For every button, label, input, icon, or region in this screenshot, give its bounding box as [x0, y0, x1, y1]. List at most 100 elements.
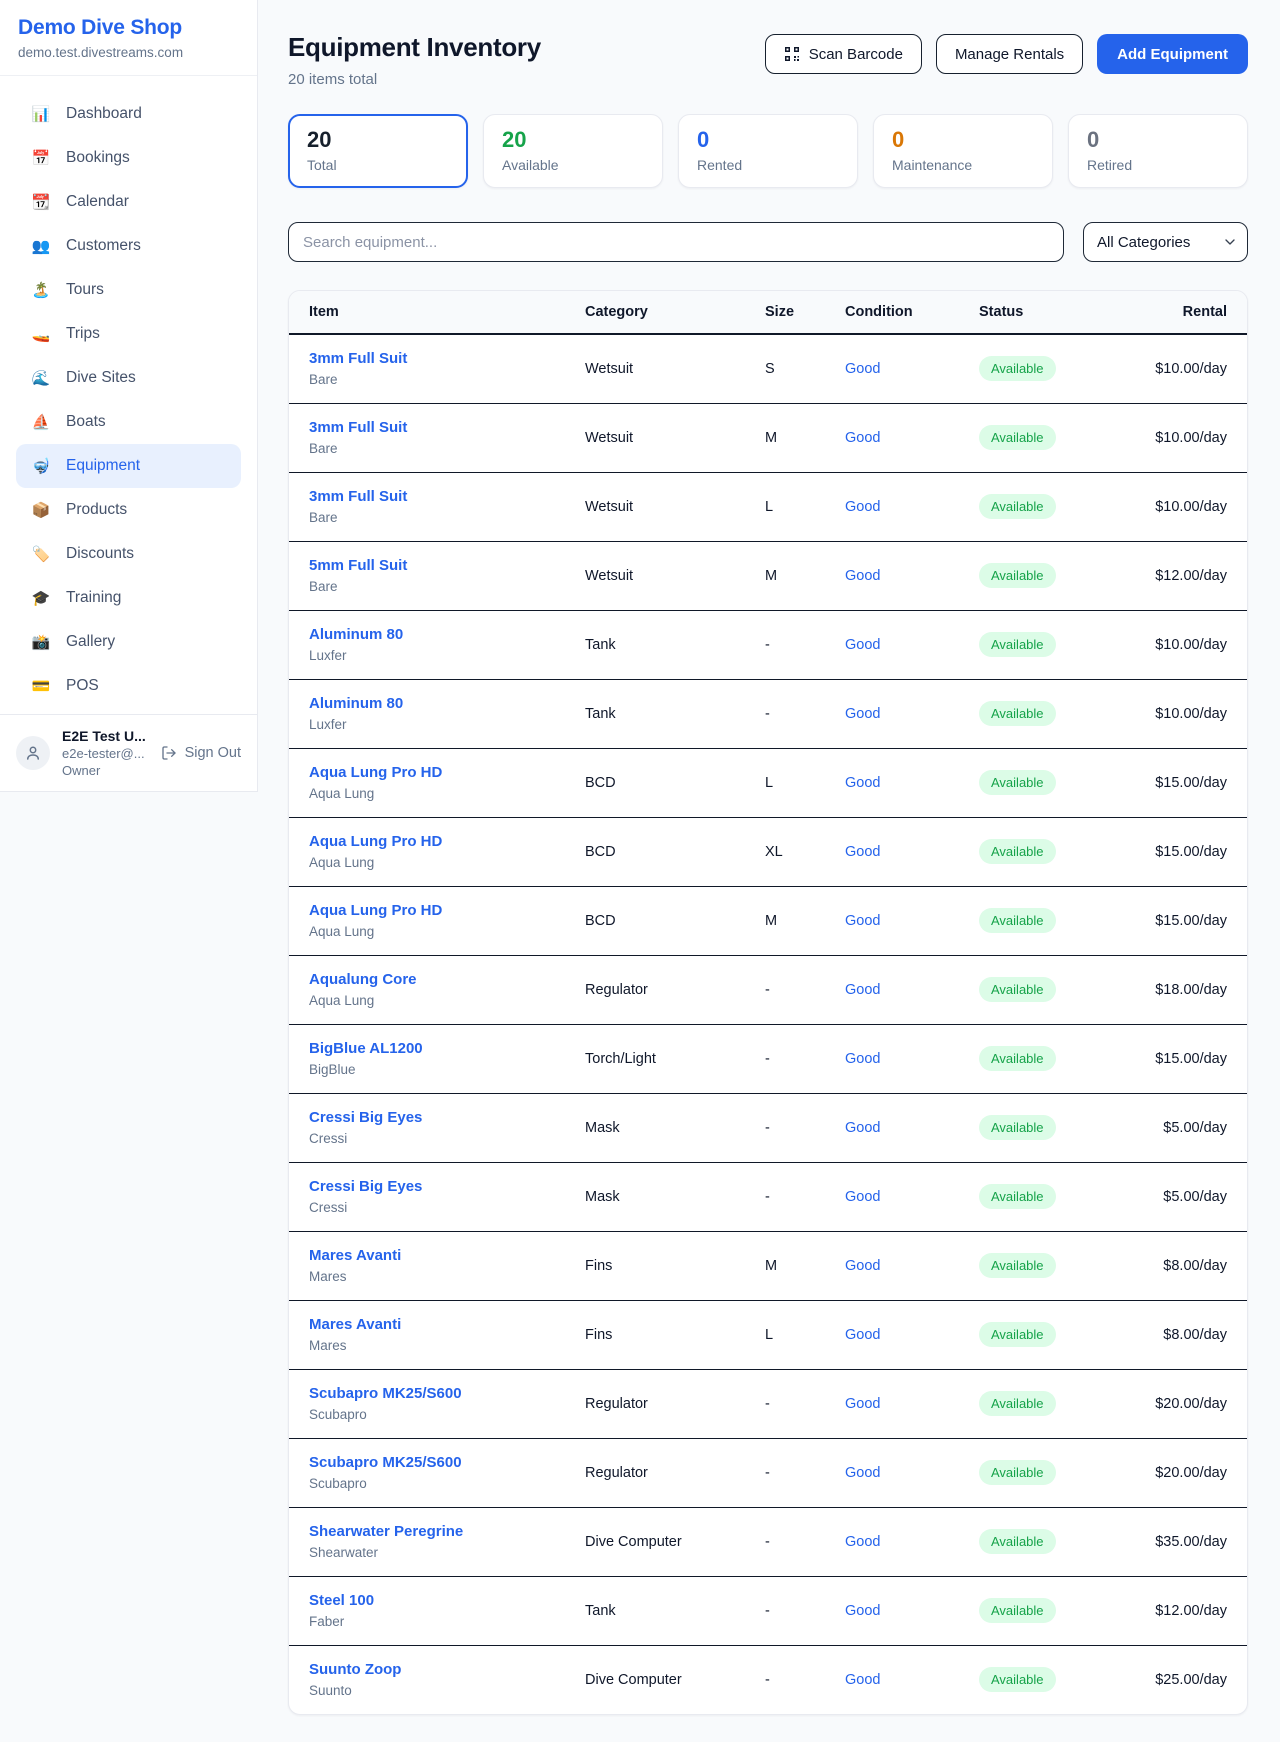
item-condition-link[interactable]: Good: [845, 1603, 880, 1619]
sidebar-item-gallery[interactable]: 📸 Gallery: [16, 620, 241, 664]
table-row[interactable]: 3mm Full Suit Bare Wetsuit S Good Availa…: [289, 334, 1247, 403]
table-row[interactable]: Mares Avanti Mares Fins M Good Available…: [289, 1231, 1247, 1300]
search-input[interactable]: [288, 222, 1064, 262]
item-name-link[interactable]: Cressi Big Eyes: [309, 1178, 585, 1195]
item-size: M: [765, 403, 845, 472]
item-name-link[interactable]: 5mm Full Suit: [309, 557, 585, 574]
item-condition-link[interactable]: Good: [845, 844, 880, 860]
item-name-link[interactable]: Suunto Zoop: [309, 1661, 585, 1678]
person-icon: [24, 744, 42, 762]
status-badge: Available: [979, 1598, 1056, 1623]
sidebar-item-discounts[interactable]: 🏷️ Discounts: [16, 532, 241, 576]
table-row[interactable]: BigBlue AL1200 BigBlue Torch/Light - Goo…: [289, 1024, 1247, 1093]
table-row[interactable]: Scubapro MK25/S600 Scubapro Regulator - …: [289, 1438, 1247, 1507]
manage-rentals-button[interactable]: Manage Rentals: [936, 34, 1083, 74]
item-name-link[interactable]: BigBlue AL1200: [309, 1040, 585, 1057]
item-condition-link[interactable]: Good: [845, 430, 880, 446]
item-condition-link[interactable]: Good: [845, 1120, 880, 1136]
sidebar-item-products[interactable]: 📦 Products: [16, 488, 241, 532]
stat-card-available[interactable]: 20 Available: [483, 114, 663, 188]
table-row[interactable]: Scubapro MK25/S600 Scubapro Regulator - …: [289, 1369, 1247, 1438]
item-name-link[interactable]: Steel 100: [309, 1592, 585, 1609]
status-badge: Available: [979, 1322, 1056, 1347]
item-name-link[interactable]: 3mm Full Suit: [309, 488, 585, 505]
item-category: Wetsuit: [585, 472, 765, 541]
stat-card-total[interactable]: 20 Total: [288, 114, 468, 188]
category-select[interactable]: All Categories: [1083, 222, 1248, 262]
status-badge: Available: [979, 839, 1056, 864]
item-condition-link[interactable]: Good: [845, 1258, 880, 1274]
stat-card-retired[interactable]: 0 Retired: [1068, 114, 1248, 188]
sidebar-item-pos[interactable]: 💳 POS: [16, 664, 241, 708]
item-condition-link[interactable]: Good: [845, 499, 880, 515]
item-condition-link[interactable]: Good: [845, 913, 880, 929]
user-role: Owner: [62, 763, 146, 778]
table-row[interactable]: Aqua Lung Pro HD Aqua Lung BCD M Good Av…: [289, 886, 1247, 955]
table-row[interactable]: Aqua Lung Pro HD Aqua Lung BCD XL Good A…: [289, 817, 1247, 886]
item-condition-link[interactable]: Good: [845, 982, 880, 998]
table-row[interactable]: Aqua Lung Pro HD Aqua Lung BCD L Good Av…: [289, 748, 1247, 817]
table-row[interactable]: Shearwater Peregrine Shearwater Dive Com…: [289, 1507, 1247, 1576]
sidebar-item-tours[interactable]: 🏝️ Tours: [16, 268, 241, 312]
item-condition-link[interactable]: Good: [845, 1534, 880, 1550]
item-name-link[interactable]: Aqua Lung Pro HD: [309, 764, 585, 781]
item-name-link[interactable]: Aqua Lung Pro HD: [309, 902, 585, 919]
item-condition-link[interactable]: Good: [845, 706, 880, 722]
item-name-link[interactable]: Aqualung Core: [309, 971, 585, 988]
item-rental: $10.00/day: [1149, 403, 1247, 472]
island-icon: 🏝️: [30, 283, 52, 298]
item-condition-link[interactable]: Good: [845, 1465, 880, 1481]
item-condition-link[interactable]: Good: [845, 637, 880, 653]
sidebar-item-training[interactable]: 🎓 Training: [16, 576, 241, 620]
item-name-link[interactable]: Shearwater Peregrine: [309, 1523, 585, 1540]
item-condition-link[interactable]: Good: [845, 1051, 880, 1067]
sidebar-item-boats[interactable]: ⛵ Boats: [16, 400, 241, 444]
item-name-link[interactable]: Scubapro MK25/S600: [309, 1454, 585, 1471]
table-row[interactable]: 3mm Full Suit Bare Wetsuit M Good Availa…: [289, 403, 1247, 472]
item-name-link[interactable]: Aqua Lung Pro HD: [309, 833, 585, 850]
item-name-link[interactable]: 3mm Full Suit: [309, 419, 585, 436]
table-row[interactable]: Mares Avanti Mares Fins L Good Available…: [289, 1300, 1247, 1369]
graduation-cap-icon: 🎓: [30, 591, 52, 606]
stat-card-maintenance[interactable]: 0 Maintenance: [873, 114, 1053, 188]
table-row[interactable]: Aqualung Core Aqua Lung Regulator - Good…: [289, 955, 1247, 1024]
table-row[interactable]: 5mm Full Suit Bare Wetsuit M Good Availa…: [289, 541, 1247, 610]
item-name-link[interactable]: 3mm Full Suit: [309, 350, 585, 367]
item-condition-link[interactable]: Good: [845, 361, 880, 377]
item-condition-link[interactable]: Good: [845, 568, 880, 584]
item-name-link[interactable]: Aluminum 80: [309, 695, 585, 712]
table-row[interactable]: Steel 100 Faber Tank - Good Available $1…: [289, 1576, 1247, 1645]
sidebar-item-equipment[interactable]: 🤿 Equipment: [16, 444, 241, 488]
sidebar-item-dive-sites[interactable]: 🌊 Dive Sites: [16, 356, 241, 400]
table-row[interactable]: Aluminum 80 Luxfer Tank - Good Available…: [289, 679, 1247, 748]
item-condition-link[interactable]: Good: [845, 1327, 880, 1343]
sidebar-item-label: Dashboard: [66, 105, 142, 123]
item-category: Fins: [585, 1231, 765, 1300]
item-name-link[interactable]: Aluminum 80: [309, 626, 585, 643]
sign-out-button[interactable]: Sign Out: [161, 745, 241, 761]
sidebar-item-dashboard[interactable]: 📊 Dashboard: [16, 92, 241, 136]
item-condition-link[interactable]: Good: [845, 1396, 880, 1412]
item-condition-link[interactable]: Good: [845, 1189, 880, 1205]
sidebar-item-trips[interactable]: 🚤 Trips: [16, 312, 241, 356]
sidebar-item-calendar[interactable]: 📆 Calendar: [16, 180, 241, 224]
item-name-link[interactable]: Mares Avanti: [309, 1247, 585, 1264]
scan-barcode-button[interactable]: Scan Barcode: [765, 34, 922, 74]
user-footer: E2E Test U... e2e-tester@... Owner Sign …: [0, 714, 257, 791]
table-row[interactable]: Cressi Big Eyes Cressi Mask - Good Avail…: [289, 1162, 1247, 1231]
stat-card-rented[interactable]: 0 Rented: [678, 114, 858, 188]
item-name-link[interactable]: Scubapro MK25/S600: [309, 1385, 585, 1402]
sidebar-item-bookings[interactable]: 📅 Bookings: [16, 136, 241, 180]
item-name-link[interactable]: Cressi Big Eyes: [309, 1109, 585, 1126]
table-row[interactable]: Cressi Big Eyes Cressi Mask - Good Avail…: [289, 1093, 1247, 1162]
sidebar-item-customers[interactable]: 👥 Customers: [16, 224, 241, 268]
table-row[interactable]: 3mm Full Suit Bare Wetsuit L Good Availa…: [289, 472, 1247, 541]
add-equipment-button[interactable]: Add Equipment: [1097, 34, 1248, 74]
item-name-link[interactable]: Mares Avanti: [309, 1316, 585, 1333]
page-title-block: Equipment Inventory 20 items total: [288, 32, 541, 88]
item-condition-link[interactable]: Good: [845, 1672, 880, 1688]
table-row[interactable]: Aluminum 80 Luxfer Tank - Good Available…: [289, 610, 1247, 679]
item-condition-link[interactable]: Good: [845, 775, 880, 791]
item-rental: $8.00/day: [1149, 1231, 1247, 1300]
table-row[interactable]: Suunto Zoop Suunto Dive Computer - Good …: [289, 1645, 1247, 1714]
